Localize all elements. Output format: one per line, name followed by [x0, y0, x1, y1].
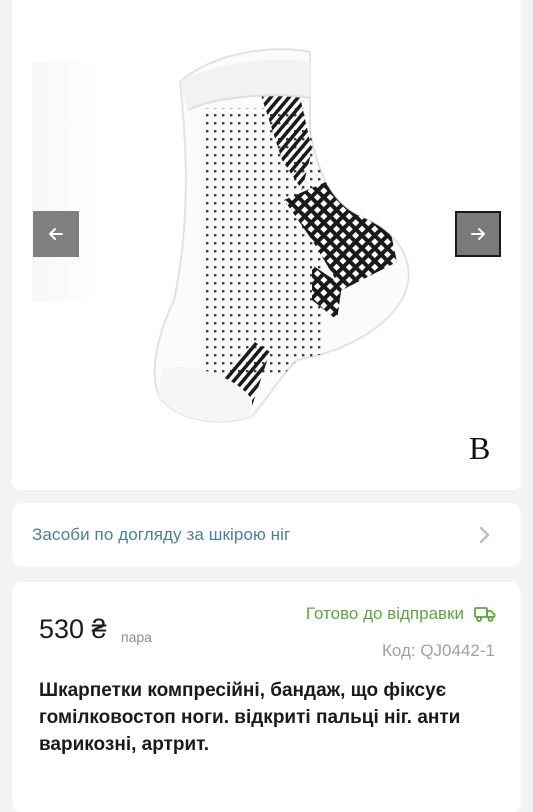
product-code: Код: QJ0442-1 [381, 641, 495, 660]
availability-status: Готово до відправки [306, 604, 496, 624]
product-price: 530 ₴ [39, 614, 107, 644]
arrow-right-icon [471, 228, 485, 240]
product-info-card: 530 ₴ пара Готово до відправки Код: QJ04… [12, 582, 521, 812]
chevron-right-icon [479, 526, 490, 544]
status-text: Готово до відправки [305, 604, 464, 623]
product-photo-sock [153, 48, 410, 423]
product-title: Шкарпетки компресійні, бандаж, що фіксує… [39, 680, 461, 755]
price-unit: пара [121, 629, 152, 645]
gallery-next-button[interactable] [455, 211, 501, 257]
variant-letter-label: B [469, 430, 491, 466]
product-image-gallery[interactable]: B [12, 0, 521, 490]
category-link[interactable]: Засоби по догляду за шкірою ніг [12, 503, 521, 567]
gallery-prev-button[interactable] [33, 211, 79, 257]
arrow-left-icon [49, 228, 63, 240]
delivery-truck-icon [474, 607, 496, 622]
category-label: Засоби по догляду за шкірою ніг [32, 525, 291, 544]
